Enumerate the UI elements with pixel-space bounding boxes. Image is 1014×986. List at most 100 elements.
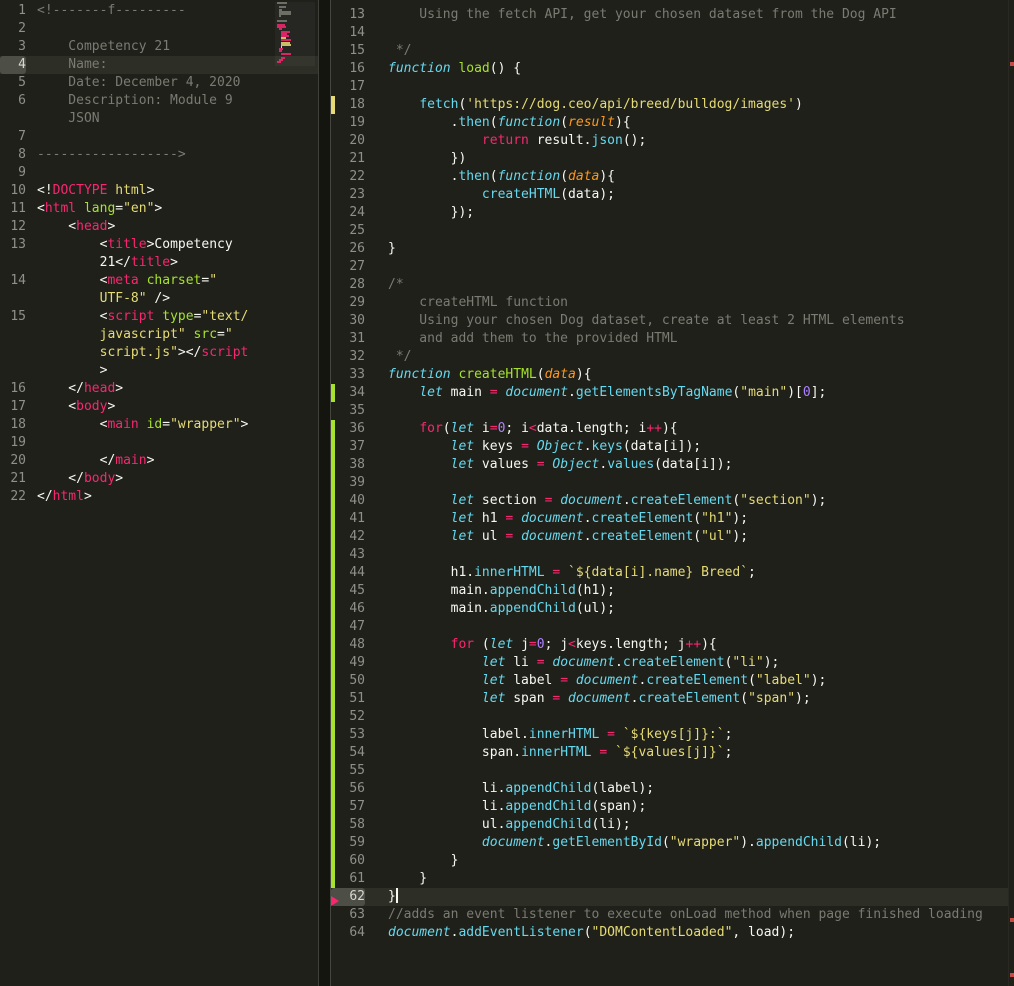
line-number[interactable]	[0, 362, 26, 380]
line-number[interactable]: 20	[331, 132, 365, 150]
code-line[interactable]: 56 li.appendChild(label);	[331, 780, 1008, 798]
line-number[interactable]: 32	[331, 348, 365, 366]
line-number[interactable]: 12	[0, 218, 26, 236]
code-line[interactable]: 57 li.appendChild(span);	[331, 798, 1008, 816]
line-number[interactable]: 35	[331, 402, 365, 420]
code-line[interactable]: 22 .then(function(data){	[331, 168, 1008, 186]
line-number[interactable]: 61	[331, 870, 365, 888]
line-number[interactable]: 60	[331, 852, 365, 870]
line-number[interactable]: 41	[331, 510, 365, 528]
code-line[interactable]: 20 return result.json();	[331, 132, 1008, 150]
line-number[interactable]: 26	[331, 240, 365, 258]
code-line[interactable]: 3 Competency 21	[0, 38, 318, 56]
line-number[interactable]: 14	[331, 24, 365, 42]
line-number[interactable]: 8	[0, 146, 26, 164]
code-line[interactable]: 17 <body>	[0, 398, 318, 416]
line-number[interactable]: 37	[331, 438, 365, 456]
line-number[interactable]: 17	[331, 78, 365, 96]
line-number[interactable]: 21	[0, 470, 26, 488]
line-number[interactable]: 20	[0, 452, 26, 470]
code-line[interactable]: 18 fetch('https://dog.ceo/api/breed/bull…	[331, 96, 1008, 114]
line-number[interactable]: 16	[0, 380, 26, 398]
code-line[interactable]: 14 <meta charset="	[0, 272, 318, 290]
code-line[interactable]: 24 });	[331, 204, 1008, 222]
code-line[interactable]: 1 <!-------f---------	[0, 2, 318, 20]
line-number[interactable]	[0, 254, 26, 272]
code-line[interactable]: >	[0, 362, 318, 380]
line-number[interactable]: 40	[331, 492, 365, 510]
line-number[interactable]: 13	[0, 236, 26, 254]
line-number[interactable]: 9	[0, 164, 26, 182]
code-line[interactable]: 18 <main id="wrapper">	[0, 416, 318, 434]
line-number[interactable]: 21	[331, 150, 365, 168]
code-line[interactable]: 22 </html>	[0, 488, 318, 506]
code-line[interactable]: 16 </head>	[0, 380, 318, 398]
code-line[interactable]: 13 <title>Competency	[0, 236, 318, 254]
code-line[interactable]: 5 Date: December 4, 2020	[0, 74, 318, 92]
line-number[interactable]: 7	[0, 128, 26, 146]
line-number[interactable]: 27	[331, 258, 365, 276]
line-number[interactable]: 30	[331, 312, 365, 330]
line-number[interactable]: 29	[331, 294, 365, 312]
line-number[interactable]: 10	[0, 182, 26, 200]
code-line[interactable]: 26}	[331, 240, 1008, 258]
code-line[interactable]: UTF-8" />	[0, 290, 318, 308]
code-line[interactable]: 62}	[331, 888, 1008, 906]
line-number[interactable]: 6	[0, 92, 26, 110]
code-line[interactable]: 35	[331, 402, 1008, 420]
line-number[interactable]: 19	[331, 114, 365, 132]
code-line[interactable]: 27	[331, 258, 1008, 276]
code-line[interactable]: 8 ------------------>	[0, 146, 318, 164]
code-line[interactable]: 60 }	[331, 852, 1008, 870]
line-number[interactable]: 22	[331, 168, 365, 186]
code-line[interactable]: 50 let label = document.createElement("l…	[331, 672, 1008, 690]
code-line[interactable]: 17	[331, 78, 1008, 96]
line-number[interactable]: 46	[331, 600, 365, 618]
code-line[interactable]: 9	[0, 164, 318, 182]
line-number[interactable]: 50	[331, 672, 365, 690]
code-line[interactable]: 45 main.appendChild(h1);	[331, 582, 1008, 600]
code-line[interactable]: 61 }	[331, 870, 1008, 888]
code-line[interactable]: 23 createHTML(data);	[331, 186, 1008, 204]
minimap[interactable]	[275, 2, 315, 66]
line-number[interactable]	[0, 326, 26, 344]
code-line[interactable]: 20 </main>	[0, 452, 318, 470]
code-line[interactable]: 44 h1.innerHTML = `${data[i].name} Breed…	[331, 564, 1008, 582]
code-line[interactable]: 33 function createHTML(data){	[331, 366, 1008, 384]
pane-divider[interactable]	[318, 0, 331, 986]
code-line[interactable]: 15 */	[331, 42, 1008, 60]
left-editor-pane[interactable]: 1 <!-------f--------- 2 3 Competency 21 4 Na…	[0, 0, 318, 986]
code-line[interactable]: 16 function load() {	[331, 60, 1008, 78]
code-line[interactable]: 40 let section = document.createElement(…	[331, 492, 1008, 510]
code-line[interactable]: 21 </body>	[0, 470, 318, 488]
code-line[interactable]: 6 Description: Module 9	[0, 92, 318, 110]
code-line[interactable]: 48 for (let j=0; j<keys.length; j++){	[331, 636, 1008, 654]
code-line[interactable]: 41 let h1 = document.createElement("h1")…	[331, 510, 1008, 528]
code-line[interactable]: 64 document.addEventListener("DOMContentL…	[331, 924, 1008, 942]
line-number[interactable]: 3	[0, 38, 26, 56]
line-number[interactable]: 64	[331, 924, 365, 942]
line-number[interactable]	[0, 344, 26, 362]
line-number[interactable]: 18	[0, 416, 26, 434]
line-number[interactable]: 42	[331, 528, 365, 546]
code-line[interactable]: 36 for(let i=0; i<data.length; i++){	[331, 420, 1008, 438]
line-number[interactable]: 24	[331, 204, 365, 222]
code-line[interactable]: 7	[0, 128, 318, 146]
line-number[interactable]: 17	[0, 398, 26, 416]
line-number[interactable]: 1	[0, 2, 26, 20]
line-number[interactable]: 56	[331, 780, 365, 798]
code-line[interactable]: 19 .then(function(result){	[331, 114, 1008, 132]
line-number[interactable]: 11	[0, 200, 26, 218]
line-number[interactable]: 55	[331, 762, 365, 780]
right-editor-pane[interactable]: 13 Using the fetch API, get your chosen …	[331, 0, 1008, 986]
code-line[interactable]: 31 and add them to the provided HTML	[331, 330, 1008, 348]
line-number[interactable]: 36	[331, 420, 365, 438]
code-line[interactable]: 10 <!DOCTYPE html>	[0, 182, 318, 200]
line-number[interactable]: 48	[331, 636, 365, 654]
line-number[interactable]: 2	[0, 20, 26, 38]
line-number[interactable]: 28	[331, 276, 365, 294]
line-number[interactable]: 63	[331, 906, 365, 924]
line-number[interactable]: 39	[331, 474, 365, 492]
line-number[interactable]: 4	[0, 56, 26, 74]
code-line[interactable]: 4 Name:	[0, 56, 318, 74]
